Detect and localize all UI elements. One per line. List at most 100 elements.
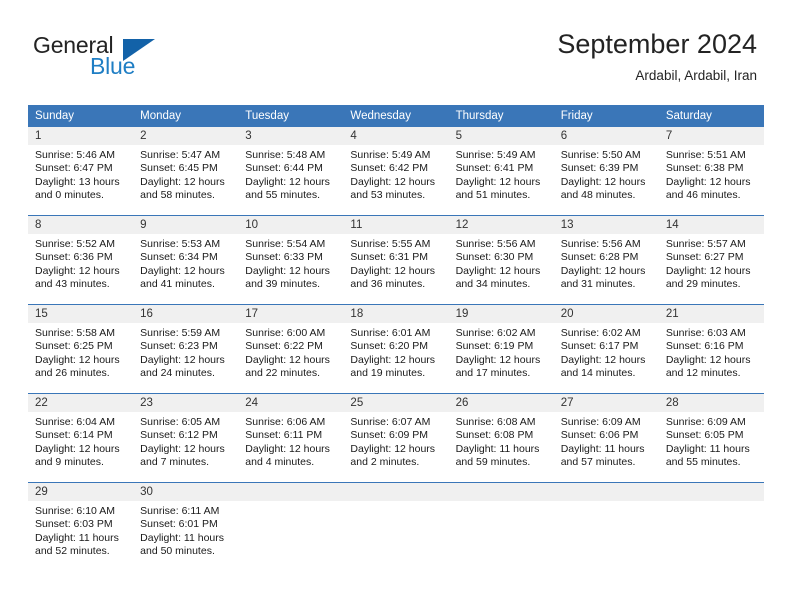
calendar-day-cell[interactable]: 24 Sunrise: 6:06 AM Sunset: 6:11 PM Dayligh… bbox=[238, 393, 344, 483]
daylight-text: Daylight: 12 hours and 14 minutes. bbox=[560, 353, 646, 380]
calendar-day-cell[interactable]: 30 Sunrise: 6:11 AM Sunset: 6:01 PM Dayligh… bbox=[133, 482, 239, 571]
daylight-text: Daylight: 12 hours and 2 minutes. bbox=[350, 442, 436, 469]
sunrise-text: Sunrise: 6:00 AM bbox=[245, 327, 326, 339]
daylight-text: Daylight: 12 hours and 7 minutes. bbox=[140, 442, 225, 469]
calendar-day-cell[interactable]: 27 Sunrise: 6:09 AM Sunset: 6:06 PM Dayligh… bbox=[553, 393, 659, 483]
day-cell-inner: 13 Sunrise: 5:56 AM Sunset: 6:28 PM Dayligh… bbox=[553, 216, 659, 304]
day-sun-info: Sunrise: 6:02 AM Sunset: 6:17 PM Daylight:… bbox=[554, 323, 659, 381]
daylight-text: Daylight: 11 hours and 52 minutes. bbox=[35, 531, 119, 558]
calendar-day-cell[interactable] bbox=[553, 482, 659, 571]
sunrise-text: Sunrise: 5:50 AM bbox=[560, 149, 641, 161]
day-cell-inner: 10 Sunrise: 5:54 AM Sunset: 6:33 PM Dayligh… bbox=[238, 216, 344, 304]
daylight-text: Daylight: 13 hours and 0 minutes. bbox=[35, 175, 120, 202]
calendar-day-cell[interactable]: 17 Sunrise: 6:00 AM Sunset: 6:22 PM Dayligh… bbox=[238, 304, 344, 394]
sunset-text: Sunset: 6:33 PM bbox=[245, 251, 323, 264]
calendar-day-cell[interactable]: 4 Sunrise: 5:49 AM Sunset: 6:42 PM Daylight… bbox=[343, 127, 449, 216]
calendar-day-cell[interactable]: 9 Sunrise: 5:53 AM Sunset: 6:34 PM Daylight… bbox=[133, 215, 239, 305]
day-number: 5 bbox=[448, 127, 554, 145]
day-cell-inner: 27 Sunrise: 6:09 AM Sunset: 6:06 PM Dayligh… bbox=[553, 394, 659, 482]
day-cell-inner: 16 Sunrise: 5:59 AM Sunset: 6:23 PM Dayligh… bbox=[133, 305, 239, 393]
calendar-day-cell[interactable]: 18 Sunrise: 6:01 AM Sunset: 6:20 PM Dayligh… bbox=[343, 304, 449, 394]
calendar-day-cell[interactable] bbox=[448, 482, 554, 571]
calendar-day-cell[interactable]: 15 Sunrise: 5:58 AM Sunset: 6:25 PM Dayligh… bbox=[28, 304, 134, 394]
day-cell-inner: 19 Sunrise: 6:02 AM Sunset: 6:19 PM Dayligh… bbox=[448, 305, 554, 393]
weekday-header-sunday: Sunday bbox=[28, 105, 134, 127]
calendar-day-cell[interactable]: 13 Sunrise: 5:56 AM Sunset: 6:28 PM Dayligh… bbox=[553, 215, 659, 305]
calendar-day-cell[interactable]: 7 Sunrise: 5:51 AM Sunset: 6:38 PM Daylight… bbox=[658, 127, 764, 216]
day-cell-inner: 24 Sunrise: 6:06 AM Sunset: 6:11 PM Dayligh… bbox=[238, 394, 344, 482]
day-sun-info: Sunrise: 6:07 AM Sunset: 6:09 PM Daylight:… bbox=[343, 412, 448, 470]
daylight-text: Daylight: 11 hours and 59 minutes. bbox=[455, 442, 540, 469]
calendar-header-row: Sunday Monday Tuesday Wednesday Thursday… bbox=[28, 105, 764, 127]
sunrise-text: Sunrise: 5:58 AM bbox=[35, 327, 115, 339]
calendar-day-cell[interactable]: 14 Sunrise: 5:57 AM Sunset: 6:27 PM Dayligh… bbox=[658, 215, 764, 305]
calendar-day-cell[interactable]: 19 Sunrise: 6:02 AM Sunset: 6:19 PM Dayligh… bbox=[448, 304, 554, 394]
calendar-day-cell[interactable]: 23 Sunrise: 6:05 AM Sunset: 6:12 PM Dayligh… bbox=[133, 393, 239, 483]
calendar-day-cell[interactable]: 29 Sunrise: 6:10 AM Sunset: 6:03 PM Dayligh… bbox=[28, 482, 134, 571]
calendar-day-cell[interactable] bbox=[238, 482, 344, 571]
calendar-day-cell[interactable]: 28 Sunrise: 6:09 AM Sunset: 6:05 PM Dayligh… bbox=[658, 393, 764, 483]
sunrise-text: Sunrise: 5:54 AM bbox=[245, 238, 326, 250]
day-sun-info: Sunrise: 5:48 AM Sunset: 6:44 PM Daylight:… bbox=[238, 145, 343, 203]
day-number: 29 bbox=[28, 483, 134, 501]
calendar-day-cell[interactable]: 5 Sunrise: 5:49 AM Sunset: 6:41 PM Daylight… bbox=[448, 127, 554, 216]
calendar-day-cell[interactable]: 22 Sunrise: 6:04 AM Sunset: 6:14 PM Dayligh… bbox=[28, 393, 134, 483]
day-number: 12 bbox=[448, 216, 554, 234]
day-sun-info: Sunrise: 6:08 AM Sunset: 6:08 PM Daylight:… bbox=[449, 412, 554, 470]
calendar-day-cell[interactable]: 25 Sunrise: 6:07 AM Sunset: 6:09 PM Dayligh… bbox=[343, 393, 449, 483]
sunrise-text: Sunrise: 5:55 AM bbox=[350, 238, 431, 250]
day-number bbox=[448, 483, 554, 501]
calendar-day-cell[interactable]: 2 Sunrise: 5:47 AM Sunset: 6:45 PM Daylight… bbox=[133, 127, 239, 216]
calendar-day-cell[interactable]: 10 Sunrise: 5:54 AM Sunset: 6:33 PM Dayligh… bbox=[238, 215, 344, 305]
calendar-day-cell[interactable]: 1 Sunrise: 5:46 AM Sunset: 6:47 PM Daylight… bbox=[28, 127, 134, 216]
general-blue-logo[interactable]: General Blue bbox=[33, 32, 213, 84]
day-number: 4 bbox=[343, 127, 449, 145]
calendar-day-cell[interactable]: 3 Sunrise: 5:48 AM Sunset: 6:44 PM Daylight… bbox=[238, 127, 344, 216]
calendar-day-cell[interactable]: 12 Sunrise: 5:56 AM Sunset: 6:30 PM Dayligh… bbox=[448, 215, 554, 305]
day-number: 30 bbox=[133, 483, 239, 501]
sunset-text: Sunset: 6:36 PM bbox=[35, 251, 113, 264]
day-sun-info bbox=[554, 501, 659, 505]
daylight-text: Daylight: 12 hours and 34 minutes. bbox=[455, 264, 541, 291]
day-cell-inner bbox=[343, 483, 449, 571]
calendar-day-cell[interactable]: 20 Sunrise: 6:02 AM Sunset: 6:17 PM Dayligh… bbox=[553, 304, 659, 394]
daylight-text: Daylight: 12 hours and 31 minutes. bbox=[560, 264, 646, 291]
day-cell-inner: 6 Sunrise: 5:50 AM Sunset: 6:39 PM Daylight… bbox=[553, 127, 659, 215]
calendar-week-row: 15 Sunrise: 5:58 AM Sunset: 6:25 PM Dayligh… bbox=[28, 304, 764, 394]
daylight-text: Daylight: 12 hours and 22 minutes. bbox=[245, 353, 330, 380]
sunset-text: Sunset: 6:20 PM bbox=[350, 340, 429, 353]
weekday-header-saturday: Saturday bbox=[658, 105, 764, 127]
day-number: 20 bbox=[553, 305, 659, 323]
day-sun-info: Sunrise: 6:10 AM Sunset: 6:03 PM Daylight:… bbox=[28, 501, 133, 559]
sunrise-text: Sunrise: 5:59 AM bbox=[140, 327, 221, 339]
day-cell-inner: 9 Sunrise: 5:53 AM Sunset: 6:34 PM Daylight… bbox=[133, 216, 239, 304]
calendar-day-cell[interactable]: 11 Sunrise: 5:55 AM Sunset: 6:31 PM Dayligh… bbox=[343, 215, 449, 305]
daylight-text: Daylight: 12 hours and 19 minutes. bbox=[350, 353, 436, 380]
calendar-day-cell[interactable] bbox=[658, 482, 764, 571]
day-sun-info: Sunrise: 5:49 AM Sunset: 6:42 PM Daylight:… bbox=[343, 145, 448, 203]
sunrise-text: Sunrise: 6:08 AM bbox=[455, 416, 536, 428]
day-sun-info: Sunrise: 6:01 AM Sunset: 6:20 PM Daylight:… bbox=[343, 323, 448, 381]
sunrise-text: Sunrise: 6:04 AM bbox=[35, 416, 115, 428]
day-cell-inner: 26 Sunrise: 6:08 AM Sunset: 6:08 PM Dayligh… bbox=[448, 394, 554, 482]
calendar-day-cell[interactable] bbox=[343, 482, 449, 571]
day-cell-inner: 22 Sunrise: 6:04 AM Sunset: 6:14 PM Dayligh… bbox=[28, 394, 134, 482]
weekday-header-monday: Monday bbox=[133, 105, 239, 127]
calendar-day-cell[interactable]: 21 Sunrise: 6:03 AM Sunset: 6:16 PM Dayligh… bbox=[658, 304, 764, 394]
daylight-text: Daylight: 12 hours and 48 minutes. bbox=[560, 175, 646, 202]
calendar-day-cell[interactable]: 16 Sunrise: 5:59 AM Sunset: 6:23 PM Dayligh… bbox=[133, 304, 239, 394]
day-number: 25 bbox=[343, 394, 449, 412]
calendar-day-cell[interactable]: 6 Sunrise: 5:50 AM Sunset: 6:39 PM Daylight… bbox=[553, 127, 659, 216]
day-cell-inner: 28 Sunrise: 6:09 AM Sunset: 6:05 PM Dayligh… bbox=[658, 394, 764, 482]
sunrise-text: Sunrise: 6:05 AM bbox=[140, 416, 221, 428]
daylight-text: Daylight: 12 hours and 24 minutes. bbox=[140, 353, 225, 380]
day-cell-inner: 14 Sunrise: 5:57 AM Sunset: 6:27 PM Dayligh… bbox=[658, 216, 764, 304]
sunset-text: Sunset: 6:12 PM bbox=[140, 429, 218, 442]
sunset-text: Sunset: 6:45 PM bbox=[140, 162, 218, 175]
location-subtitle: Ardabil, Ardabil, Iran bbox=[635, 68, 757, 83]
calendar-day-cell[interactable]: 8 Sunrise: 5:52 AM Sunset: 6:36 PM Daylight… bbox=[28, 215, 134, 305]
day-number: 19 bbox=[448, 305, 554, 323]
sunset-text: Sunset: 6:08 PM bbox=[455, 429, 534, 442]
calendar-day-cell[interactable]: 26 Sunrise: 6:08 AM Sunset: 6:08 PM Dayligh… bbox=[448, 393, 554, 483]
day-number: 6 bbox=[553, 127, 659, 145]
